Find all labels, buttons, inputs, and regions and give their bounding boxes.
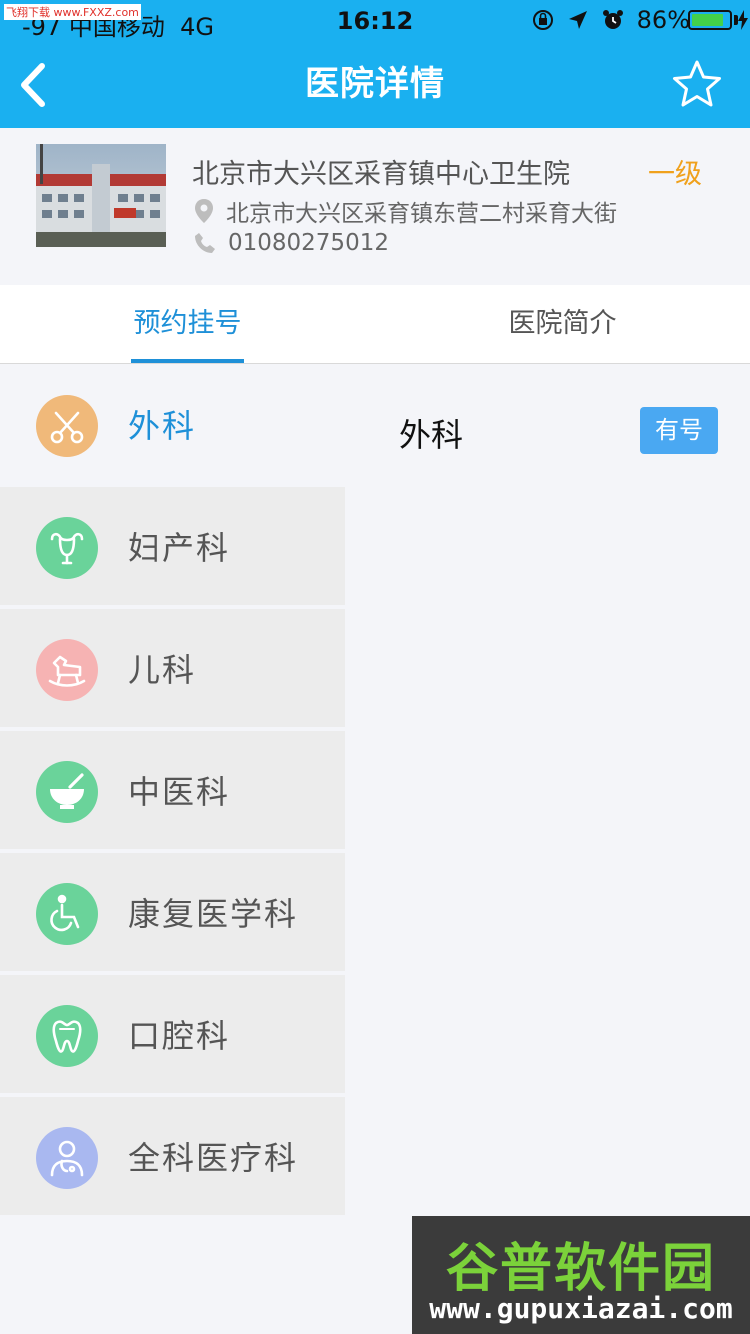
department-item-rehabilitation[interactable]: 康复医学科 [0,853,345,973]
department-label: 妇产科 [128,529,231,567]
charging-bolt-icon [738,10,748,30]
department-item-pediatrics[interactable]: 儿科 [0,609,345,729]
status-icons: 86% [531,6,690,34]
department-icon-bg [36,395,98,457]
hospital-level-badge: 一级 [648,159,702,190]
department-label: 康复医学科 [128,895,299,933]
watermark-url: www.gupuxiazai.com [429,1292,733,1325]
tab-hospital-intro[interactable]: 医院简介 [375,285,750,363]
department-label: 中医科 [128,773,231,811]
availability-button[interactable]: 有号 [640,407,718,454]
department-item-dental[interactable]: 口腔科 [0,975,345,1095]
uterus-icon [50,532,84,565]
favorite-button[interactable] [668,56,726,112]
department-icon-bg [36,1127,98,1189]
selected-department-title: 外科 [399,416,464,454]
department-item-tcm[interactable]: 中医科 [0,731,345,851]
battery-icon [688,10,732,30]
orientation-lock-icon [532,10,553,30]
location-pin-icon [195,199,213,223]
department-item-general-practice[interactable]: 全科医疗科 [0,1097,345,1217]
department-icon-bg [36,761,98,823]
address-row[interactable]: 北京市大兴区采育镇东营二村采育大街 [194,194,617,228]
department-icon-bg [36,883,98,945]
department-icon-bg [36,517,98,579]
department-item-obstetrics[interactable]: 妇产科 [0,487,345,607]
hospital-photo [36,144,166,247]
tab-appointment[interactable]: 预约挂号 [0,285,375,363]
hospital-info-card: 北京市大兴区采育镇中心卫生院 一级 北京市大兴区采育镇东营二村采育大街 0108… [0,128,750,284]
rocking-horse-icon [48,655,86,687]
mortar-bowl-icon [50,773,84,809]
department-label: 口腔科 [128,1017,231,1055]
phone-icon [195,233,215,253]
battery-level-fill [692,14,723,26]
watermark-top: 飞翔下载 www.FXXZ.com [4,4,141,20]
tooth-icon [52,1020,82,1053]
star-outline-icon [673,60,721,107]
hospital-name: 北京市大兴区采育镇中心卫生院 [192,159,570,190]
department-label: 全科医疗科 [128,1139,299,1177]
department-item-surgery[interactable]: 外科 [0,365,345,485]
hospital-address: 北京市大兴区采育镇东营二村采育大街 [226,201,617,227]
department-icon-bg [36,639,98,701]
department-label: 外科 [128,407,197,445]
wheelchair-icon [50,894,80,932]
doctor-icon [50,1140,84,1177]
phone-row[interactable]: 01080275012 [194,230,389,256]
hospital-phone: 01080275012 [228,230,389,256]
scissors-icon [50,411,84,444]
alarm-clock-icon [602,10,623,29]
active-tab-indicator [131,359,244,363]
battery-percentage: 86% [636,6,690,34]
tab-bar: 预约挂号 医院简介 [0,285,750,364]
watermark-bottom: 谷普软件园 www.gupuxiazai.com [412,1216,750,1334]
department-icon-bg [36,1005,98,1067]
department-label: 儿科 [128,651,197,689]
watermark-brand: 谷普软件园 [445,1239,716,1299]
location-arrow-icon [568,11,587,29]
page-title: 医院详情 [305,64,445,104]
